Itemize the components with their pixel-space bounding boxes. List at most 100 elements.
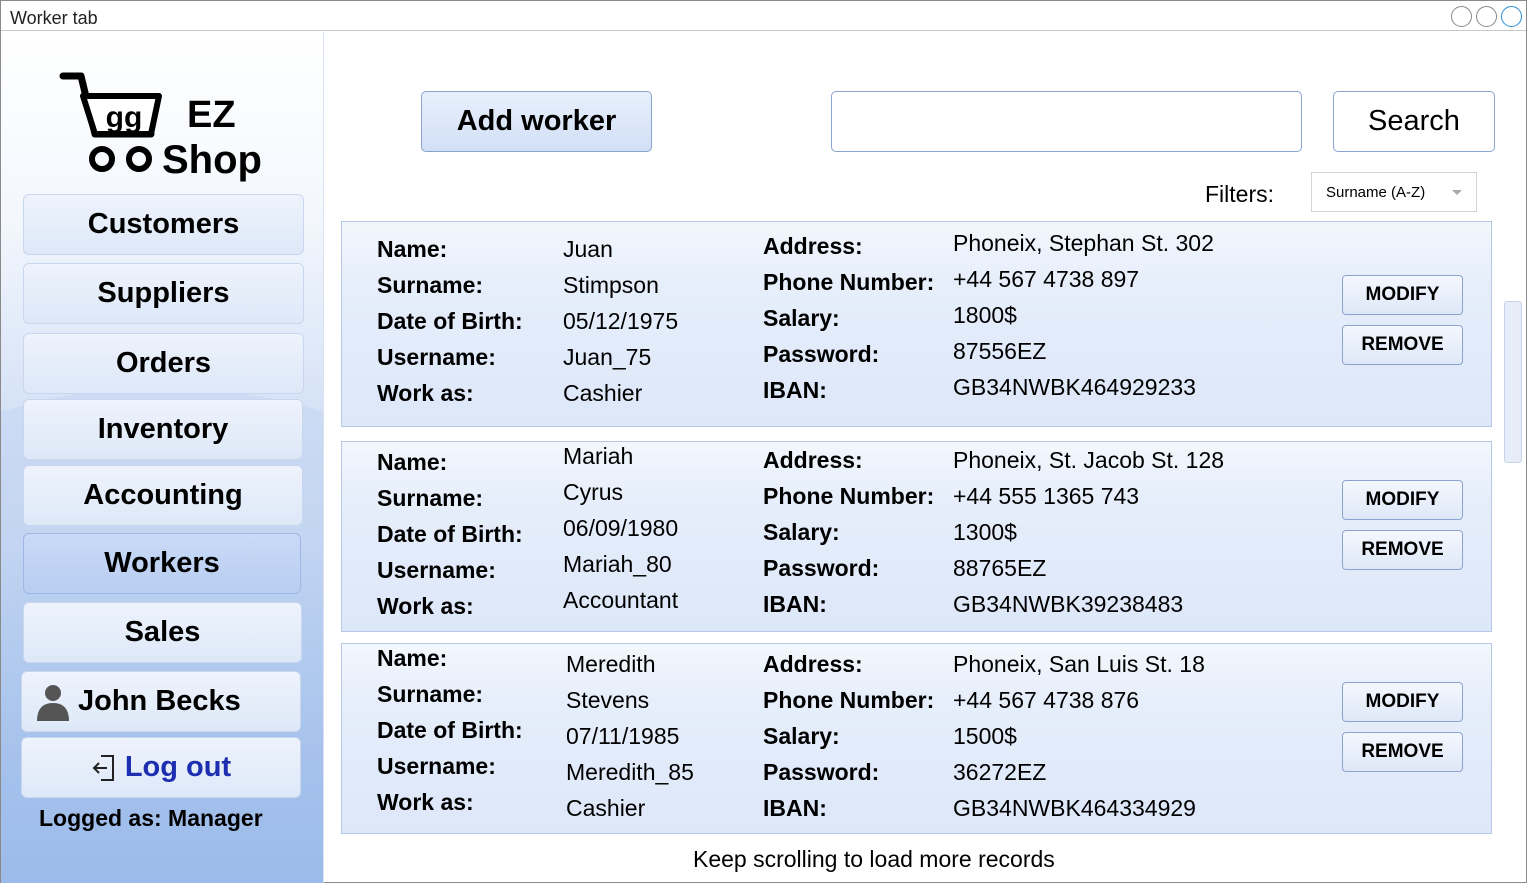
surname-label: Surname: (377, 485, 484, 511)
filter-selected-value: Surname (A-Z) (1326, 183, 1426, 201)
user-icon (37, 684, 69, 721)
worker-surname: Cyrus (563, 479, 624, 505)
window-maximize-button[interactable] (1476, 6, 1497, 27)
worker-address: Phoneix, Stephan St. 302 (953, 230, 1214, 256)
worker-salary: 1800$ (953, 302, 1017, 328)
logout-button[interactable]: Log out (21, 737, 301, 798)
logout-label: Log out (124, 751, 232, 783)
filters-label: Filters: (1205, 181, 1274, 207)
address-label: Address: (763, 651, 863, 677)
sidebar-item-customers[interactable]: Customers (23, 194, 304, 255)
logo-text-ez: EZ (187, 94, 236, 136)
salary-label: Salary: (763, 723, 840, 749)
window-close-button[interactable] (1501, 6, 1522, 27)
remove-button[interactable]: REMOVE (1342, 530, 1463, 570)
name-label: Name: (377, 645, 448, 671)
worker-dob: 05/12/1975 (563, 308, 679, 334)
title-bar: Worker tab (1, 1, 1526, 31)
address-label: Address: (763, 233, 863, 259)
sidebar-item-orders[interactable]: Orders (23, 333, 304, 394)
filter-select[interactable]: Surname (A-Z) (1311, 172, 1477, 212)
worker-surname: Stimpson (563, 272, 659, 298)
sidebar: gg EZ Shop Customers Suppliers Orders In… (1, 32, 324, 883)
worker-name: Juan (563, 236, 613, 262)
chevron-down-icon (1452, 190, 1462, 195)
phone-label: Phone Number: (763, 483, 935, 509)
username-label: Username: (377, 344, 496, 370)
surname-label: Surname: (377, 272, 484, 298)
name-label: Name: (377, 236, 448, 262)
iban-label: IBAN: (763, 795, 827, 821)
worker-dob: 06/09/1980 (563, 515, 679, 541)
dob-label: Date of Birth: (377, 717, 523, 743)
worker-username: Juan_75 (563, 344, 652, 370)
window-title: Worker tab (10, 8, 98, 28)
phone-label: Phone Number: (763, 269, 935, 295)
worker-name: Mariah (563, 443, 634, 469)
worker-card: Name: Surname: Date of Birth: Username: … (341, 441, 1492, 632)
user-name: John Becks (78, 685, 241, 717)
dob-label: Date of Birth: (377, 521, 523, 547)
worker-card: Name: Surname: Date of Birth: Username: … (341, 221, 1492, 427)
username-label: Username: (377, 557, 496, 583)
worker-salary: 1300$ (953, 519, 1017, 545)
worker-address: Phoneix, San Luis St. 18 (953, 651, 1205, 677)
worker-iban: GB34NWBK464334929 (953, 795, 1196, 821)
worker-password: 88765EZ (953, 555, 1047, 581)
logout-icon (92, 754, 114, 781)
work-as-label: Work as: (377, 593, 474, 619)
address-label: Address: (763, 447, 863, 473)
sidebar-item-suppliers[interactable]: Suppliers (23, 263, 304, 324)
logo-cart-text: gg (106, 101, 143, 134)
phone-label: Phone Number: (763, 687, 935, 713)
iban-label: IBAN: (763, 377, 827, 403)
search-input[interactable] (831, 91, 1302, 152)
user-profile-button[interactable]: John Becks (21, 671, 301, 732)
worker-card: Name: Surname: Date of Birth: Username: … (341, 643, 1492, 834)
worker-phone: +44 567 4738 897 (953, 266, 1140, 292)
worker-work-as: Accountant (563, 587, 679, 613)
worker-phone: +44 555 1365 743 (953, 483, 1140, 509)
dob-label: Date of Birth: (377, 308, 523, 334)
password-label: Password: (763, 759, 880, 785)
worker-work-as: Cashier (563, 380, 643, 406)
worker-surname: Stevens (566, 687, 650, 713)
password-label: Password: (763, 341, 880, 367)
search-button[interactable]: Search (1333, 91, 1495, 152)
iban-label: IBAN: (763, 591, 827, 617)
worker-iban: GB34NWBK39238483 (953, 591, 1184, 617)
sidebar-item-inventory[interactable]: Inventory (23, 399, 303, 460)
sidebar-item-workers[interactable]: Workers (23, 533, 301, 594)
modify-button[interactable]: MODIFY (1342, 275, 1463, 315)
remove-button[interactable]: REMOVE (1342, 325, 1463, 365)
modify-button[interactable]: MODIFY (1342, 480, 1463, 520)
worker-address: Phoneix, St. Jacob St. 128 (953, 447, 1225, 473)
window-minimize-button[interactable] (1451, 6, 1472, 27)
worker-work-as: Cashier (566, 795, 646, 821)
password-label: Password: (763, 555, 880, 581)
work-as-label: Work as: (377, 380, 474, 406)
name-label: Name: (377, 449, 448, 475)
salary-label: Salary: (763, 305, 840, 331)
worker-iban: GB34NWBK464929233 (953, 374, 1196, 400)
work-as-label: Work as: (377, 789, 474, 815)
add-worker-button[interactable]: Add worker (421, 91, 652, 152)
worker-username: Meredith_85 (566, 759, 694, 785)
sidebar-item-sales[interactable]: Sales (23, 602, 302, 663)
modify-button[interactable]: MODIFY (1342, 682, 1463, 722)
load-more-note: Keep scrolling to load more records (693, 846, 1055, 872)
surname-label: Surname: (377, 681, 484, 707)
logo-text-shop: Shop (162, 138, 262, 182)
logged-as-role: Logged as: Manager (39, 805, 263, 831)
worker-password: 36272EZ (953, 759, 1047, 785)
app-window: Worker tab gg EZ Shop Customers Supplier… (0, 0, 1527, 883)
scrollbar-thumb[interactable] (1504, 301, 1522, 463)
worker-salary: 1500$ (953, 723, 1017, 749)
worker-password: 87556EZ (953, 338, 1047, 364)
remove-button[interactable]: REMOVE (1342, 732, 1463, 772)
sidebar-item-accounting[interactable]: Accounting (23, 465, 303, 526)
salary-label: Salary: (763, 519, 840, 545)
worker-dob: 07/11/1985 (566, 723, 680, 749)
worker-phone: +44 567 4738 876 (953, 687, 1140, 713)
username-label: Username: (377, 753, 496, 779)
